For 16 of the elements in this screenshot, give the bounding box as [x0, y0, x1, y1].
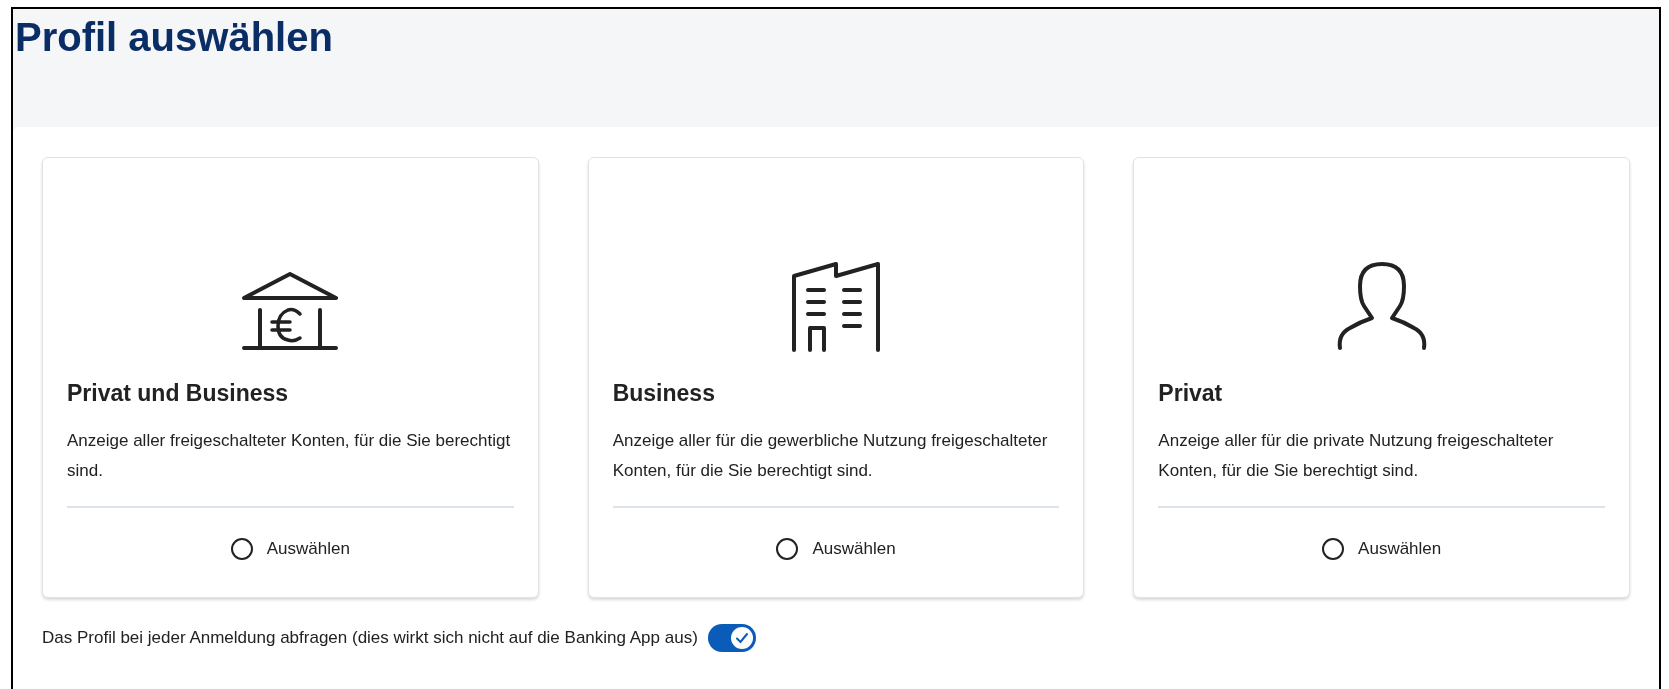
profile-title: Privat und Business — [67, 379, 290, 408]
profile-card[interactable]: Privat Anzeige aller für die private Nutzung freigeschalteter Konten, für die Sie berechtigt sind. Auswählen — [1133, 157, 1630, 598]
profile-title: Privat — [1158, 379, 1224, 408]
profile-card[interactable]: Business Anzeige aller für die gewerbliche Nutzung freigeschalteter Konten, für die Sie berechtigt sind. Auswählen — [587, 157, 1085, 598]
check-icon — [734, 631, 749, 645]
page-title: Profil auswählen — [14, 14, 334, 61]
profile-description: Anzeige aller für die gewerbliche Nutzung freigeschalteter Konten, für die Sie berechtigt sind. — [612, 430, 1049, 482]
profile-description: Anzeige aller für die private Nutzung freigeschalteter Konten, für die Sie berechtigt sind. — [1158, 430, 1555, 482]
select-radio[interactable]: Auswählen — [230, 536, 350, 562]
toggle-switch[interactable] — [707, 624, 756, 652]
select-radio[interactable]: Auswählen — [1322, 536, 1442, 562]
profile-description: Anzeige aller freigeschalteter Konten, für die Sie berechtigt sind. — [67, 430, 512, 482]
select-radio[interactable]: Auswählen — [776, 536, 896, 562]
toggle-label: Das Profil bei jeder Anmeldung abfragen (dies wirkt sich nicht auf die Banking App aus) — [42, 627, 698, 650]
profile-card[interactable]: Privat und Business Anzeige aller freigeschalteter Konten, für die Sie berechtigt sind. Auswählen — [42, 157, 539, 598]
profile-title: Business — [612, 379, 716, 408]
